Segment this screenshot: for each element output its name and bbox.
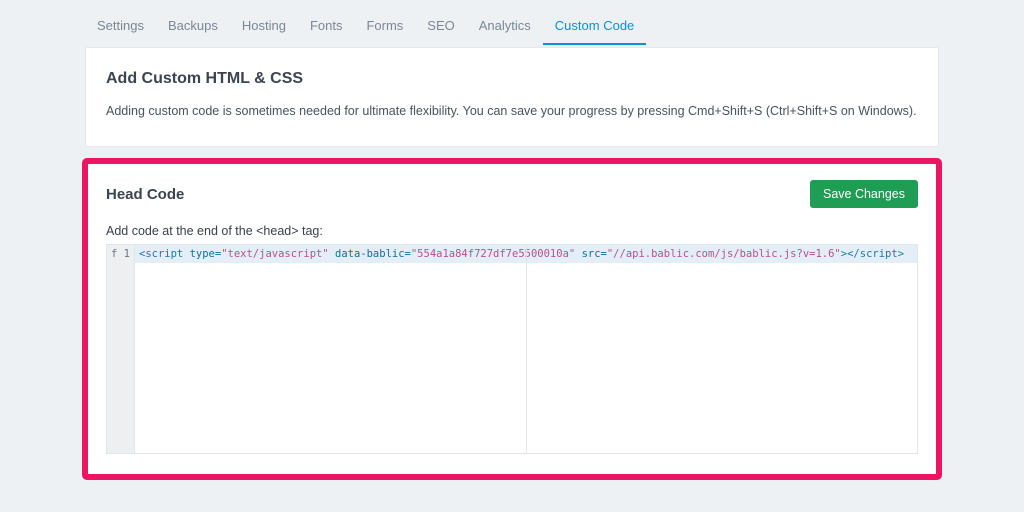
editor-gutter: f 1 bbox=[107, 245, 135, 453]
tok: > bbox=[898, 248, 904, 260]
line-number-1: 1 bbox=[124, 248, 130, 260]
save-changes-button[interactable]: Save Changes bbox=[810, 180, 918, 208]
tab-fonts[interactable]: Fonts bbox=[298, 10, 355, 45]
tok: script bbox=[860, 248, 898, 260]
tab-backups[interactable]: Backups bbox=[156, 10, 230, 45]
tab-hosting[interactable]: Hosting bbox=[230, 10, 298, 45]
tok: "//api.bablic.com/js/bablic.js?v=1.6" bbox=[607, 248, 841, 260]
tok: script bbox=[145, 248, 183, 260]
head-code-editor[interactable]: f 1 <script type="text/javascript" data-… bbox=[106, 244, 918, 454]
head-code-panel: Head Code Save Changes Add code at the e… bbox=[85, 161, 939, 477]
intro-description: Adding custom code is sometimes needed f… bbox=[106, 104, 918, 118]
intro-title: Add Custom HTML & CSS bbox=[106, 70, 918, 88]
tok: type= bbox=[190, 248, 222, 260]
intro-panel: Add Custom HTML & CSS Adding custom code… bbox=[85, 47, 939, 147]
tok: "text/javascript" bbox=[221, 248, 328, 260]
fold-icon: f bbox=[111, 248, 117, 260]
tok: "554a1a84f727df7e5500010a" bbox=[411, 248, 575, 260]
tab-analytics[interactable]: Analytics bbox=[467, 10, 543, 45]
tab-settings[interactable]: Settings bbox=[85, 10, 156, 45]
tok: </ bbox=[847, 248, 860, 260]
tab-seo[interactable]: SEO bbox=[415, 10, 466, 45]
editor-body[interactable]: <script type="text/javascript" data-babl… bbox=[135, 245, 917, 453]
editor-split-divider bbox=[526, 245, 527, 453]
settings-tabs: Settings Backups Hosting Fonts Forms SEO… bbox=[85, 0, 939, 45]
head-code-title: Head Code bbox=[106, 186, 184, 203]
head-code-instruction: Add code at the end of the <head> tag: bbox=[106, 224, 918, 238]
tab-custom-code[interactable]: Custom Code bbox=[543, 10, 646, 45]
tok: data-bablic= bbox=[335, 248, 411, 260]
tab-forms[interactable]: Forms bbox=[354, 10, 415, 45]
tok: src= bbox=[582, 248, 607, 260]
